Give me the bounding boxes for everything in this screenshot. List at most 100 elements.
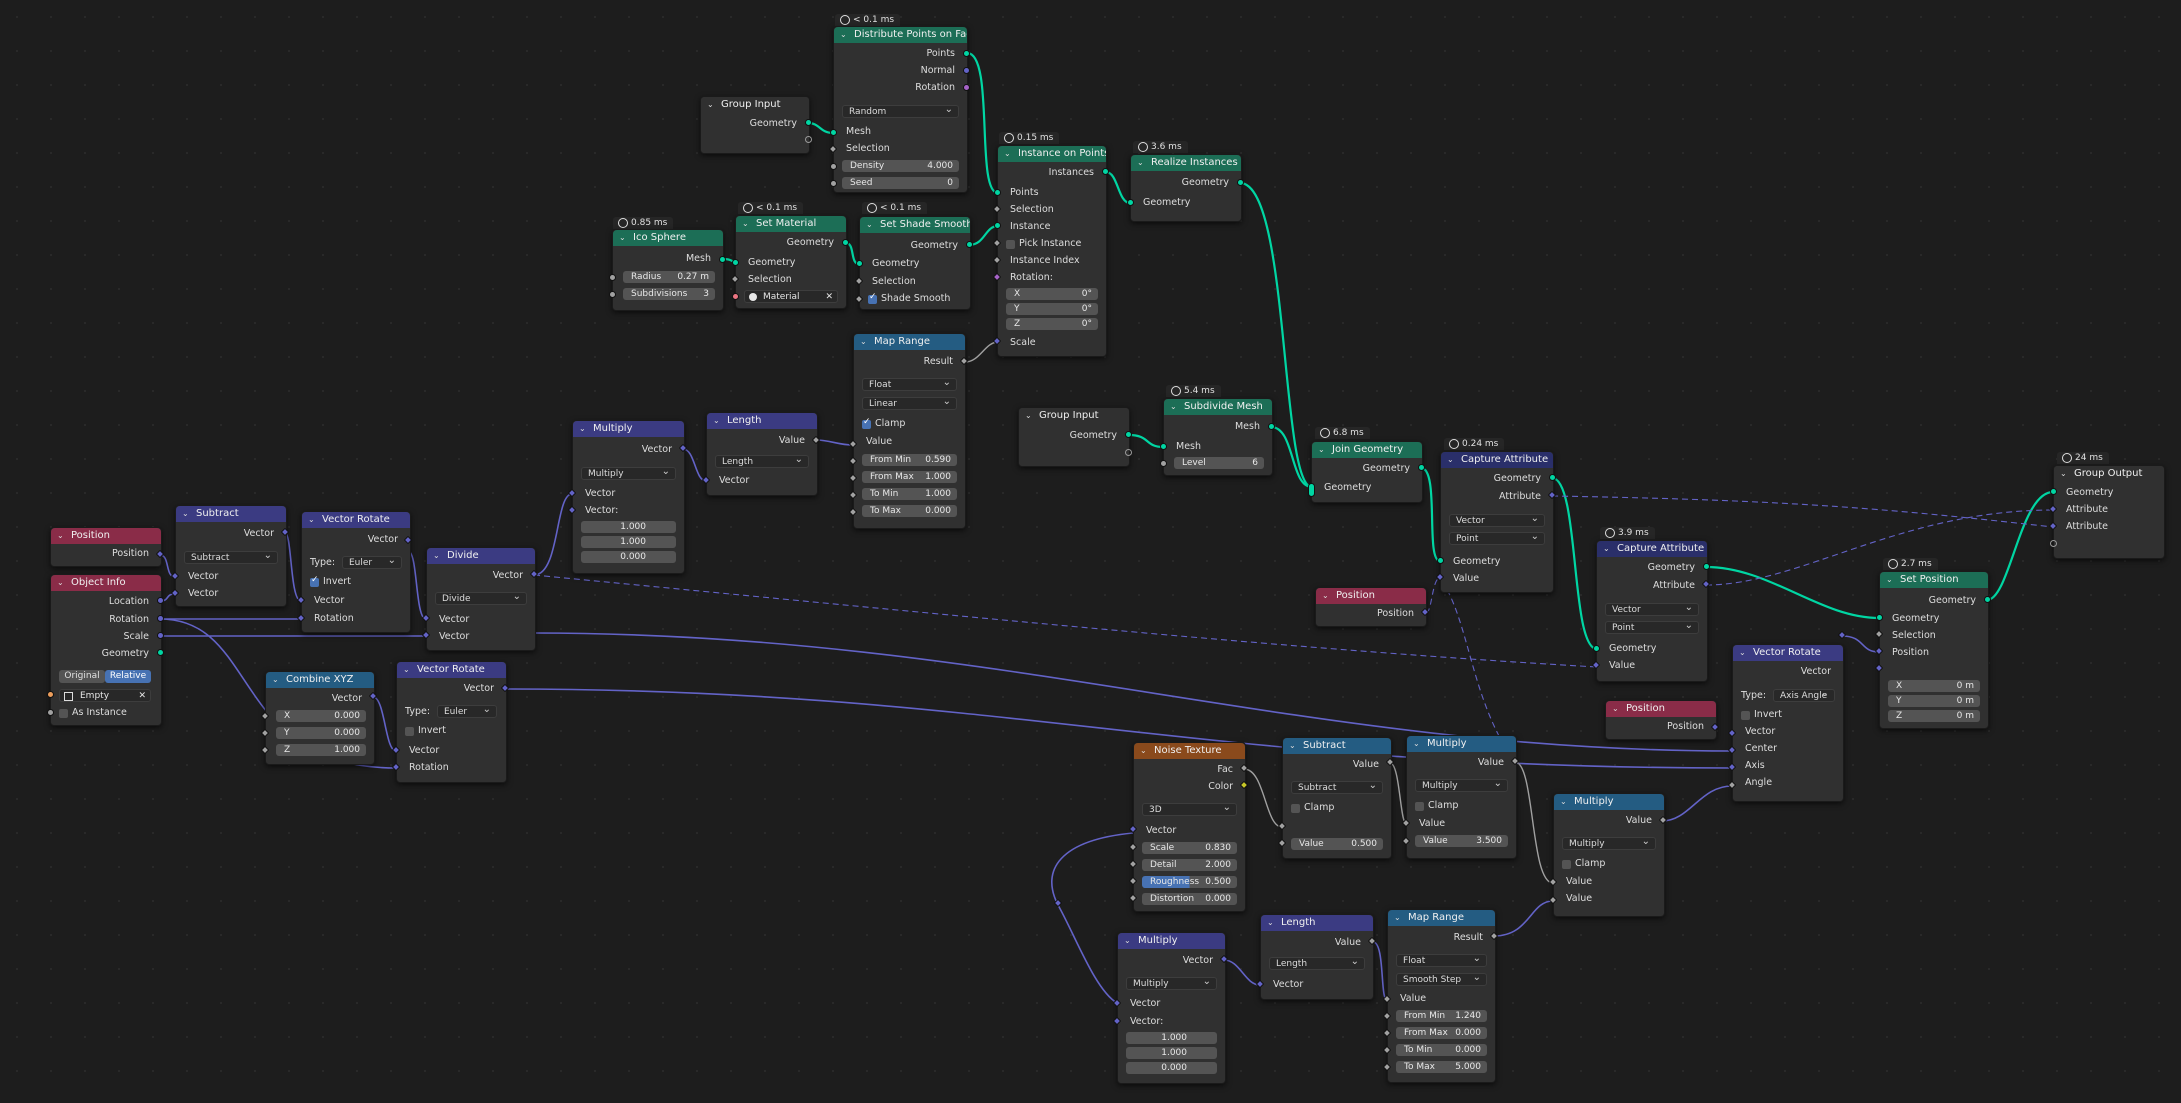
socket[interactable]	[1053, 898, 1063, 908]
node-divide[interactable]: ⌄ Divide Vector Divide Vector Vector	[426, 547, 536, 651]
node-realize-instances[interactable]: ⌄ Realize Instances Geometry Geometry	[1130, 154, 1242, 222]
shade-smooth-checkbox[interactable]	[868, 292, 877, 304]
from-min-field[interactable]: From Min 0.590	[862, 454, 957, 466]
chevron-down-icon[interactable]: ⌄	[1447, 452, 1454, 468]
node-length-top[interactable]: ⌄ Length Value Length Vector	[706, 412, 818, 496]
x-field[interactable]: X 0.000	[276, 710, 366, 722]
rotation-type-dropdown[interactable]: Euler	[437, 703, 497, 718]
socket[interactable]	[842, 239, 849, 246]
node-position-right[interactable]: ⌄ Position Position	[1605, 700, 1717, 740]
socket[interactable]	[1549, 474, 1556, 481]
vector-x-field[interactable]: 1.000	[1126, 1032, 1217, 1044]
chevron-down-icon[interactable]: ⌄	[1289, 738, 1296, 754]
rotation-x-field[interactable]: X 0°	[1006, 288, 1098, 300]
socket[interactable]	[1703, 563, 1710, 570]
pick-instance-checkbox[interactable]	[1006, 240, 1015, 249]
roughness-field[interactable]: Roughness 0.500	[1142, 876, 1237, 888]
domain-dropdown[interactable]: Point	[1605, 619, 1699, 634]
chevron-down-icon[interactable]: ⌄	[1170, 399, 1177, 415]
operation-dropdown[interactable]: Multiply	[1415, 777, 1508, 792]
socket[interactable]	[805, 119, 812, 126]
chevron-down-icon[interactable]: ⌄	[1560, 794, 1567, 810]
clamp-checkbox[interactable]	[1415, 802, 1424, 811]
chevron-down-icon[interactable]: ⌄	[1004, 146, 1011, 162]
socket[interactable]	[732, 259, 739, 266]
chevron-down-icon[interactable]: ⌄	[182, 506, 189, 522]
offset-y-field[interactable]: Y0 m	[1888, 695, 1980, 707]
chevron-down-icon[interactable]: ⌄	[1124, 933, 1131, 949]
chevron-down-icon[interactable]: ⌄	[742, 216, 749, 232]
chevron-down-icon[interactable]: ⌄	[840, 27, 847, 43]
operation-dropdown[interactable]: Multiply	[1126, 975, 1217, 990]
chevron-down-icon[interactable]: ⌄	[433, 548, 440, 564]
node-capture-attribute-2[interactable]: ⌄ Capture Attribute Geometry Attribute Ve…	[1596, 540, 1708, 682]
object-selector[interactable]: Empty ✕	[59, 689, 151, 702]
seed-field[interactable]: Seed 0	[842, 177, 959, 189]
node-instance-on-points[interactable]: ⌄ Instance on Points Instances Points Sel…	[997, 145, 1107, 357]
to-max-field[interactable]: To Max 0.000	[862, 505, 957, 517]
node-combine-xyz[interactable]: ⌄ Combine XYZ Vector X 0.000 Y 0.000 Z 1.000	[265, 671, 375, 765]
node-subtract-mid[interactable]: ⌄ Subtract Value Subtract Clamp Value0.50…	[1282, 737, 1392, 859]
node-set-shade-smooth[interactable]: ⌄ Set Shade Smooth Geometry Geometry Sele…	[859, 216, 971, 310]
chevron-down-icon[interactable]: ⌄	[1137, 155, 1144, 171]
y-field[interactable]: Y 0.000	[276, 727, 366, 739]
socket[interactable]	[1125, 449, 1132, 456]
chevron-down-icon[interactable]: ⌄	[1025, 408, 1032, 424]
clamp-checkbox[interactable]	[862, 417, 871, 429]
socket[interactable]	[157, 615, 164, 622]
node-join-geometry[interactable]: ⌄ Join Geometry Geometry Geometry	[1311, 441, 1423, 503]
socket[interactable]	[157, 597, 164, 604]
socket[interactable]	[830, 129, 837, 136]
chevron-down-icon[interactable]: ⌄	[1140, 743, 1147, 759]
node-multiply-top[interactable]: ⌄ Multiply Vector Multiply Vector Vector:…	[572, 420, 685, 574]
socket[interactable]	[1837, 630, 1847, 640]
interpolation-dropdown[interactable]: Linear	[862, 395, 957, 410]
material-selector[interactable]: Material ✕	[744, 290, 838, 303]
socket[interactable]	[1237, 179, 1244, 186]
vector-z-field[interactable]: 0.000	[581, 551, 676, 563]
chevron-down-icon[interactable]: ⌄	[1886, 572, 1893, 588]
node-object-info[interactable]: ⌄ Object Info Location Rotation Scale Geo…	[50, 574, 162, 726]
data-type-dropdown[interactable]: Vector	[1605, 601, 1699, 616]
chevron-down-icon[interactable]: ⌄	[619, 230, 626, 246]
node-noise-texture[interactable]: ⌄ Noise Texture Fac Color 3D Vector Scale…	[1133, 742, 1246, 912]
node-group-input-1[interactable]: ⌄ Group Input Geometry	[700, 96, 810, 154]
chevron-down-icon[interactable]: ⌄	[1413, 736, 1420, 752]
socket[interactable]	[856, 260, 863, 267]
socket[interactable]	[963, 84, 970, 91]
to-min-field[interactable]: To Min 0.000	[1396, 1044, 1487, 1056]
detail-field[interactable]: Detail 2.000	[1142, 859, 1237, 871]
chevron-down-icon[interactable]: ⌄	[403, 662, 410, 678]
node-map-range-bottom[interactable]: ⌄ Map Range Result Float Smooth Step Valu…	[1387, 909, 1496, 1083]
vector-x-field[interactable]: 1.000	[581, 521, 676, 533]
subdivisions-field[interactable]: Subdivisions 3	[623, 288, 715, 300]
socket[interactable]	[1127, 199, 1134, 206]
offset-x-field[interactable]: X0 m	[1888, 680, 1980, 692]
socket[interactable]	[609, 291, 616, 298]
scale-field[interactable]: Scale 0.830	[1142, 842, 1237, 854]
socket[interactable]	[966, 241, 973, 248]
socket[interactable]	[994, 189, 1001, 196]
socket[interactable]	[47, 709, 54, 716]
invert-checkbox[interactable]	[405, 727, 414, 736]
clear-icon[interactable]: ✕	[138, 690, 146, 703]
to-max-field[interactable]: To Max 5.000	[1396, 1061, 1487, 1073]
node-subtract-left[interactable]: ⌄ Subtract Vector Subtract Vector Vector	[175, 505, 287, 607]
chevron-down-icon[interactable]: ⌄	[1603, 541, 1610, 557]
node-vector-rotate-mid[interactable]: ⌄ Vector Rotate Vector Type: Euler Invert…	[396, 661, 507, 783]
data-type-dropdown[interactable]: Float	[1396, 952, 1487, 967]
socket[interactable]	[157, 649, 164, 656]
clamp-checkbox[interactable]	[1291, 804, 1300, 813]
from-max-field[interactable]: From Max 1.000	[862, 471, 957, 483]
node-set-material[interactable]: ⌄ Set Material Geometry Geometry Selectio…	[735, 215, 847, 309]
socket[interactable]	[805, 136, 812, 143]
operation-dropdown[interactable]: Divide	[435, 590, 527, 605]
socket[interactable]	[1125, 431, 1132, 438]
chevron-down-icon[interactable]: ⌄	[860, 334, 867, 350]
vector-z-field[interactable]: 0.000	[1126, 1062, 1217, 1074]
distortion-field[interactable]: Distortion 0.000	[1142, 893, 1237, 905]
chevron-down-icon[interactable]: ⌄	[1612, 701, 1619, 717]
rotation-z-field[interactable]: Z 0°	[1006, 318, 1098, 330]
from-max-field[interactable]: From Max 0.000	[1396, 1027, 1487, 1039]
as-instance-checkbox[interactable]	[59, 709, 68, 718]
